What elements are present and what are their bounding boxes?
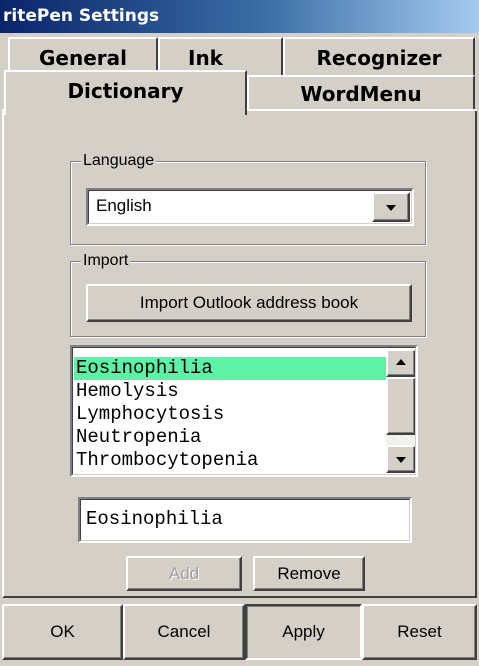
apply-button[interactable]: Apply xyxy=(245,604,362,660)
list-item[interactable]: Lymphocytosis xyxy=(74,403,386,426)
dictionary-list-items: Eosinophilia Hemolysis Lymphocytosis Neu… xyxy=(74,349,386,475)
apply-button-label: Apply xyxy=(282,622,325,641)
tab-dictionary-label: Dictionary xyxy=(67,78,184,103)
import-legend: Import xyxy=(81,251,131,271)
import-outlook-button[interactable]: Import Outlook address book xyxy=(86,284,412,322)
chevron-down-icon xyxy=(396,457,406,463)
word-entry-field[interactable]: Eosinophilia xyxy=(78,497,412,543)
language-select[interactable]: English xyxy=(86,188,414,226)
ok-button[interactable]: OK xyxy=(2,604,123,660)
dictionary-list[interactable]: Eosinophilia Hemolysis Lymphocytosis Neu… xyxy=(70,345,418,477)
remove-button-label: Remove xyxy=(277,563,341,583)
tab-recognizer-label: Recognizer xyxy=(316,46,442,70)
add-button-label: Add xyxy=(168,563,200,583)
add-button[interactable]: Add xyxy=(126,556,242,591)
reset-button-label: Reset xyxy=(397,622,442,641)
tab-general-label: General xyxy=(39,46,127,70)
tab-wordmenu[interactable]: WordMenu xyxy=(247,75,475,111)
list-item[interactable]: Hemolysis xyxy=(74,380,386,403)
ok-button-label: OK xyxy=(50,622,75,641)
language-dropdown-button[interactable] xyxy=(372,192,410,222)
language-selected-value: English xyxy=(96,196,152,215)
language-legend: Language xyxy=(81,151,157,171)
scroll-down-button[interactable] xyxy=(386,445,416,473)
title-bar[interactable]: ritePen Settings xyxy=(0,0,479,33)
remove-button[interactable]: Remove xyxy=(253,556,365,591)
tab-ink-label: Ink xyxy=(188,46,223,70)
import-outlook-button-label: Import Outlook address book xyxy=(139,293,359,312)
cancel-button[interactable]: Cancel xyxy=(123,604,245,660)
scroll-up-button[interactable] xyxy=(386,349,416,377)
list-item[interactable]: Eosinophilia xyxy=(74,357,386,380)
word-entry-value: Eosinophilia xyxy=(86,508,223,530)
cancel-button-label: Cancel xyxy=(157,622,211,641)
list-item[interactable]: Neutropenia xyxy=(74,426,386,449)
tab-dictionary[interactable]: Dictionary xyxy=(4,70,247,115)
reset-button[interactable]: Reset xyxy=(362,604,477,660)
chevron-up-icon xyxy=(396,359,406,365)
scroll-thumb[interactable] xyxy=(386,377,416,435)
tab-recognizer[interactable]: Recognizer xyxy=(283,37,475,77)
list-item[interactable]: Thrombocytopenia xyxy=(74,449,386,472)
tab-wordmenu-label: WordMenu xyxy=(300,82,422,106)
chevron-down-icon xyxy=(386,205,396,211)
settings-window: ritePen Settings General Ink Recognizer … xyxy=(0,0,479,666)
window-title: ritePen Settings xyxy=(3,6,160,26)
